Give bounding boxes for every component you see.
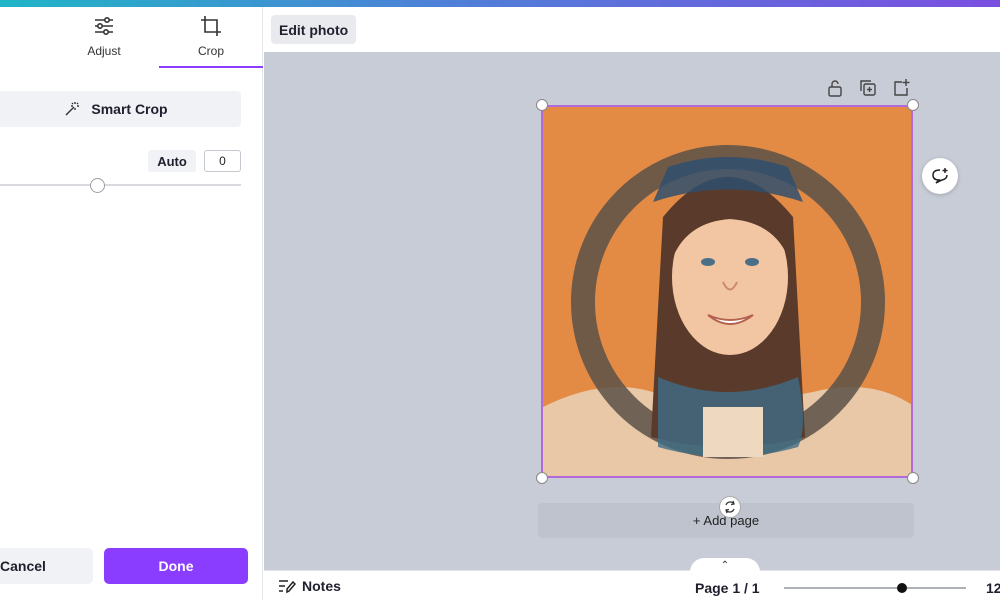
edit-photo-button[interactable]: Edit photo	[271, 15, 357, 44]
tab-crop-label: Crop	[197, 44, 224, 58]
resize-handle-bottom-right[interactable]	[907, 472, 919, 484]
bottom-toolbar	[264, 570, 1000, 600]
zoom-slider-track[interactable]	[784, 587, 966, 589]
lock-icon[interactable]	[825, 78, 845, 98]
zoom-value[interactable]: 12	[986, 580, 1000, 596]
rotation-slider-thumb[interactable]	[90, 178, 105, 193]
crop-icon	[201, 16, 221, 36]
rotation-value-input[interactable]: 0	[204, 150, 241, 172]
notes-icon	[279, 580, 296, 594]
chevron-up-icon[interactable]: ⌃	[690, 558, 760, 572]
duplicate-icon[interactable]	[858, 78, 878, 98]
rotate-button[interactable]	[719, 496, 741, 518]
auto-button[interactable]: Auto	[148, 150, 196, 172]
zoom-slider-thumb[interactable]	[897, 583, 907, 593]
resize-handle-top-left[interactable]	[536, 99, 548, 111]
tab-adjust-label: Adjust	[87, 44, 121, 58]
active-tab-indicator	[159, 66, 263, 68]
editor-header	[264, 7, 1000, 52]
tab-crop[interactable]: Crop	[159, 14, 263, 74]
cancel-button[interactable]: Cancel	[0, 548, 93, 584]
smart-crop-label: Smart Crop	[91, 101, 168, 117]
done-button[interactable]: Done	[104, 548, 248, 584]
magic-wand-icon	[65, 102, 80, 116]
portrait-image	[543, 107, 911, 476]
tab-effects[interactable]: ts	[0, 14, 10, 74]
smart-crop-button[interactable]: Smart Crop	[0, 91, 241, 127]
profile-photo[interactable]	[541, 105, 913, 478]
sliders-icon	[95, 16, 113, 36]
rotation-slider-track[interactable]	[0, 184, 241, 186]
resize-handle-bottom-left[interactable]	[536, 472, 548, 484]
effects-icon	[0, 14, 10, 38]
resize-handle-top-right[interactable]	[907, 99, 919, 111]
page-indicator[interactable]: Page 1 / 1	[695, 580, 760, 596]
comment-plus-icon	[932, 168, 948, 184]
tab-adjust[interactable]: Adjust	[72, 14, 136, 74]
notes-button[interactable]: Notes	[278, 578, 341, 594]
rotate-icon	[725, 500, 735, 514]
add-element-icon[interactable]	[891, 78, 911, 98]
top-gradient-bar	[0, 0, 1000, 7]
notes-label: Notes	[302, 578, 341, 594]
add-comment-button[interactable]	[922, 158, 958, 194]
